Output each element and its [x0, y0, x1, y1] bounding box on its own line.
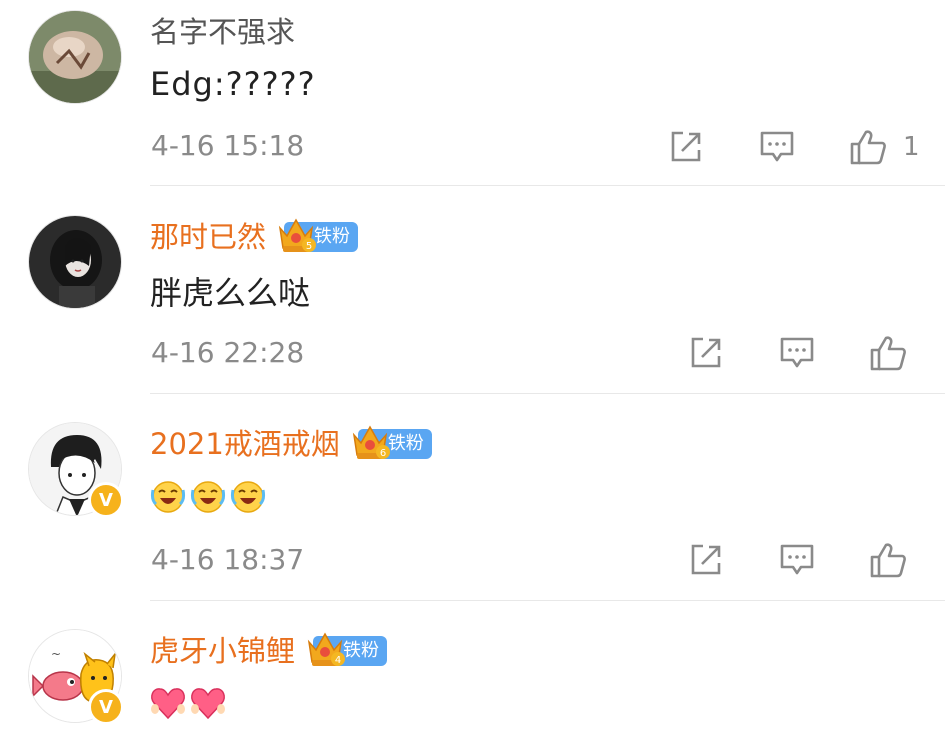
comment-button[interactable] [757, 127, 797, 167]
like-icon [850, 130, 886, 165]
repost-icon [691, 544, 721, 575]
laugh-cry-emoji [190, 481, 226, 513]
comment-item: V 2021戒酒戒烟 6 铁粉 4-16 18:37 [0, 394, 945, 601]
heart-hands-emoji [191, 688, 225, 720]
repost-button[interactable] [666, 127, 706, 167]
like-icon [870, 336, 906, 371]
comment-text: Edg:????? [150, 65, 316, 103]
username[interactable]: 2021戒酒戒烟 [150, 424, 340, 464]
like-icon [870, 543, 906, 578]
avatar-image [29, 216, 121, 308]
comment-text: 胖虎么么哒 [150, 274, 311, 312]
repost-button[interactable] [686, 540, 726, 580]
like-count: 1 [903, 132, 920, 162]
svg-text:4: 4 [335, 655, 341, 666]
divider [150, 185, 945, 186]
repost-button[interactable] [686, 333, 726, 373]
laugh-cry-emoji [230, 481, 266, 513]
comment-icon [780, 337, 814, 368]
svg-text:6: 6 [380, 448, 386, 459]
fan-badge[interactable]: 5 铁粉 [278, 218, 359, 252]
comment-button[interactable] [777, 333, 817, 373]
verified-badge: V [88, 482, 124, 518]
avatar[interactable] [28, 215, 122, 309]
badge-label: 铁粉 [387, 433, 424, 454]
repost-icon [691, 337, 721, 368]
username[interactable]: 名字不强求 [150, 12, 295, 52]
verified-badge: V [88, 689, 124, 725]
badge-label: 铁粉 [314, 226, 351, 247]
like-button[interactable] [868, 333, 908, 373]
comment-icon [760, 131, 794, 162]
username[interactable]: 那时已然 [150, 217, 266, 257]
svg-text:5: 5 [306, 241, 312, 252]
like-button[interactable] [868, 540, 908, 580]
heart-hands-emoji [151, 688, 185, 720]
comment-timestamp: 4-16 15:18 [151, 129, 305, 162]
comment-timestamp: 4-16 22:28 [151, 336, 305, 369]
comment-timestamp: 4-16 18:37 [151, 543, 305, 576]
fan-badge[interactable]: 6 铁粉 [352, 425, 432, 459]
comment-item: 名字不强求 Edg:????? 4-16 15:18 1 [0, 0, 945, 187]
comment-icon [780, 544, 814, 575]
fan-badge[interactable]: 4 铁粉 [307, 632, 388, 666]
like-button[interactable] [848, 127, 888, 167]
crown-icon: 4 [307, 632, 346, 666]
crown-icon: 6 [352, 425, 390, 459]
badge-label: 铁粉 [343, 640, 380, 661]
crown-icon: 5 [278, 218, 317, 252]
comment-item: 那时已然 5 铁粉 胖虎么么哒 4-16 22:28 [0, 187, 945, 394]
laugh-cry-emoji [150, 481, 186, 513]
avatar-image [29, 11, 121, 103]
svg-text:~: ~ [51, 647, 61, 661]
avatar[interactable] [28, 10, 122, 104]
comment-item: ~ V 虎牙小锦鲤 4 铁粉 [0, 601, 945, 752]
comment-button[interactable] [777, 540, 817, 580]
repost-icon [671, 131, 701, 162]
username[interactable]: 虎牙小锦鲤 [150, 631, 295, 671]
